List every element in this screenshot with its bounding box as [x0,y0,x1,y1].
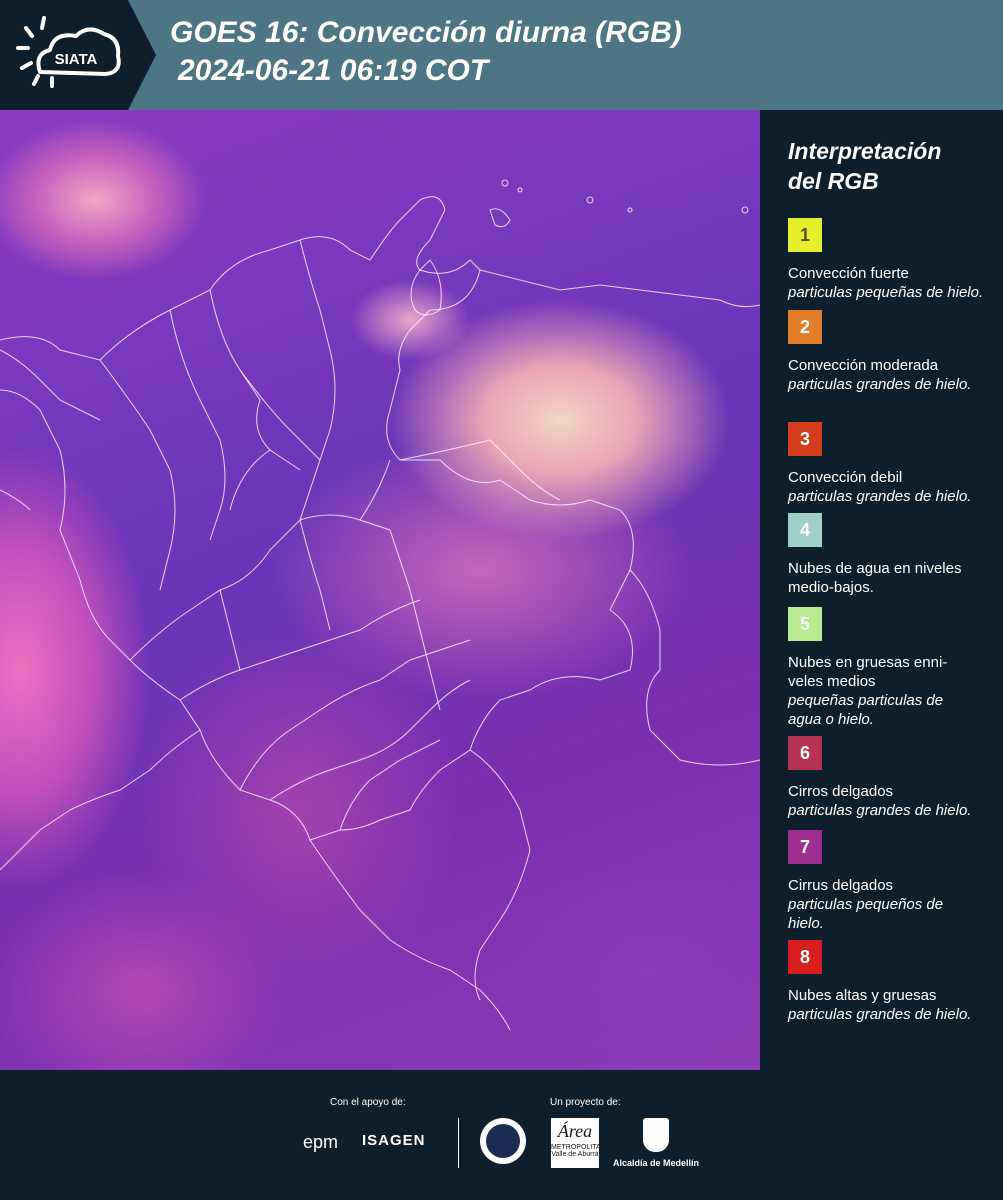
footer-divider [458,1118,459,1168]
page-timestamp: 2024-06-21 06:19 COT [178,54,489,87]
legend-desc-1: particulas pequeñas de hielo. [788,284,984,301]
amva-text: METROPOLITANA Valle de Aburrá [551,1144,611,1158]
project-label: Un proyecto de: [550,1097,621,1108]
legend-label-8: Nubes altas y gruesas [788,987,937,1004]
page-title: GOES 16: Convección diurna (RGB) [170,16,682,49]
siata-logo: SIATA [0,0,128,110]
legend-desc-8: particulas grandes de hielo. [788,1006,972,1023]
legend-item-5: 5 Nubes en gruesas enni-veles medios peq… [788,607,973,729]
legend-number-2: 2 [799,316,810,337]
venezuela-border [479,269,760,308]
legend-title-line1: Interpretación [788,138,942,164]
legend-number-7: 7 [799,836,810,857]
medellin-seal-icon [480,1118,526,1164]
southern-border [309,839,511,1031]
legend-panel: Interpretación del RGB 1 Convección fuer… [760,110,1003,1070]
sun-cloud-icon: SIATA [16,16,121,88]
legend-label-3: Convección debil [788,469,903,486]
header-bar: SIATA GOES 16: Convección diurna (RGB) 2… [0,0,1003,110]
epm-logo: epm [303,1132,339,1152]
colombia-border [0,196,634,841]
support-label: Con el apoyo de: [330,1097,406,1108]
legend-swatch-1: 1 [788,218,822,252]
legend-swatch-2: 2 [788,310,822,344]
legend-label-2: Convección moderada [788,357,939,374]
legend-desc-6: particulas grandes de hielo. [788,802,972,819]
legend-desc-7: particulas pequeños de hielo. [788,896,944,932]
legend-number-5: 5 [799,613,810,634]
legend-label-6: Cirros delgados [788,783,894,800]
legend-title: Interpretación del RGB [788,136,941,196]
legend-label-1: Convección fuerte [788,265,909,282]
legend-label-7: Cirrus delgados [788,877,894,894]
legend-number-4: 4 [799,519,810,540]
isagen-logo: ISAGEN [362,1132,426,1149]
legend-item-3: 3 Convección debil particulas grandes de… [788,422,998,506]
logo-arrow [128,0,156,110]
legend-item-1: 1 Convección fuerte particulas pequeñas … [788,218,998,302]
legend-swatch-6: 6 [788,736,822,770]
legend-item-2: 2 Convección moderada particulas grandes… [788,310,998,394]
amva-logo: Área METROPOLITANA Valle de Aburrá [551,1118,611,1168]
legend-desc-5: pequeñas particulas de agua o hielo. [788,692,944,728]
legend-item-8: 8 Nubes altas y gruesas particulas grand… [788,940,998,1024]
legend-swatch-7: 7 [788,830,822,864]
legend-swatch-4: 4 [788,513,822,547]
footer-bar: Con el apoyo de: Un proyecto de: epm ISA… [0,1070,1003,1200]
legend-label-4: Nubes de agua en niveles medio-bajos. [788,560,962,596]
alcaldia-logo-text: Alcaldía de Medellín [613,1158,700,1168]
legend-item-4: 4 Nubes de agua en niveles medio-bajos. [788,513,963,597]
legend-desc-2: particulas grandes de hielo. [788,376,972,393]
legend-title-line2: del RGB [788,168,879,194]
legend-label-5: Nubes en gruesas enni-veles medios [788,654,948,690]
legend-item-7: 7 Cirrus delgados particulas pequeños de… [788,830,998,933]
lake-maracaibo [410,259,442,316]
legend-swatch-5: 5 [788,607,822,641]
panama-coast [0,349,101,421]
map-boundaries [0,179,760,1031]
legend-swatch-8: 8 [788,940,822,974]
alcaldia-shield-icon [643,1118,669,1152]
legend-item-6: 6 Cirros delgados particulas grandes de … [788,736,998,820]
legend-number-3: 3 [799,428,810,449]
logo-text: SIATA [55,51,98,68]
amva-mark: Área [557,1121,593,1141]
legend-desc-3: particulas grandes de hielo. [788,488,972,505]
legend-number-6: 6 [799,742,810,763]
legend-number-8: 8 [799,946,810,967]
seal-inner [486,1124,520,1158]
legend-swatch-3: 3 [788,422,822,456]
legend-number-1: 1 [799,224,810,245]
satellite-map [0,110,760,1070]
